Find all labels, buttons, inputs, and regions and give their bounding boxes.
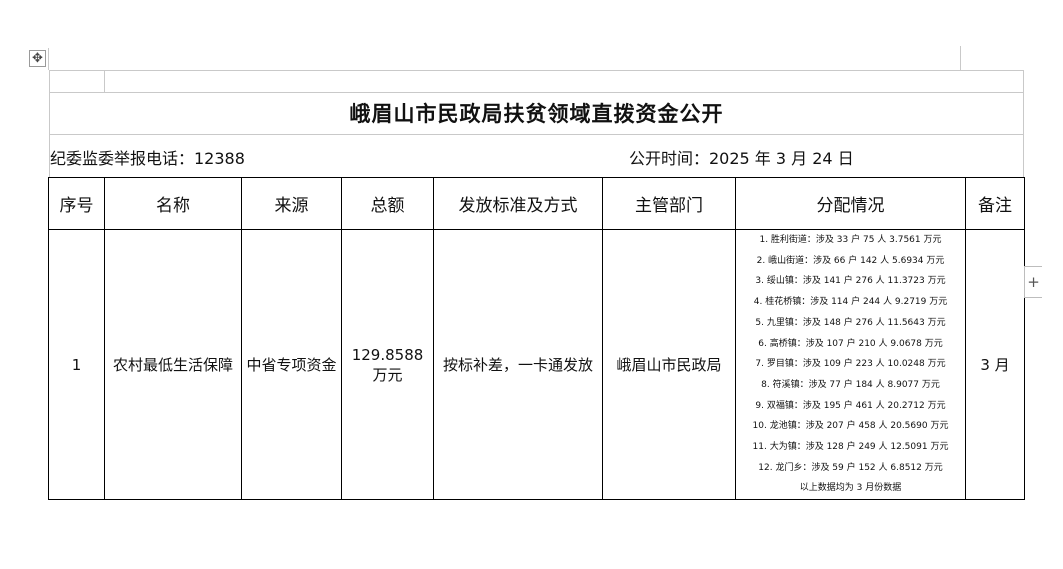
distribution-item: 5. 九里镇：涉及 148 户 276 人 11.5643 万元: [755, 317, 946, 328]
header-note: 备注: [965, 177, 1025, 230]
guide-line: [49, 134, 1024, 135]
header-department: 主管部门: [602, 177, 736, 230]
guide-line: [960, 46, 961, 70]
distribution-footnote: 以上数据均为 3 月份数据: [799, 483, 902, 494]
distribution-item: 12. 龙门乡：涉及 59 户 152 人 6.8512 万元: [758, 462, 943, 473]
cell-method: 按标补差，一卡通发放: [433, 228, 603, 501]
cell-distribution: 1. 胜利街道：涉及 33 户 75 人 3.7561 万元 2. 峨山街道：涉…: [735, 228, 966, 501]
move-icon: ✥: [32, 51, 43, 66]
cell-source: 中省专项资金: [241, 228, 342, 501]
distribution-item: 2. 峨山街道：涉及 66 户 142 人 5.6934 万元: [756, 255, 945, 266]
guide-line: [104, 70, 105, 92]
distribution-item: 11. 大为镇：涉及 128 户 249 人 12.5091 万元: [752, 442, 949, 453]
guide-line: [49, 70, 1024, 71]
distribution-item: 8. 符溪镇：涉及 77 户 184 人 8.9077 万元: [761, 379, 940, 390]
cell-note: 3 月: [965, 228, 1025, 501]
publish-time: 公开时间：2025 年 3 月 24 日: [629, 149, 854, 168]
header-distribution: 分配情况: [735, 177, 966, 230]
distribution-item: 9. 双福镇：涉及 195 户 461 人 20.2712 万元: [755, 400, 946, 411]
report-phone: 纪委监委举报电话：12388: [50, 149, 245, 168]
funds-table: 序号 名称 来源 总额 发放标准及方式 主管部门 分配情况 备注 1 农村最低生…: [48, 177, 1025, 501]
table-header-row: 序号 名称 来源 总额 发放标准及方式 主管部门 分配情况 备注: [48, 177, 1025, 230]
cell-total: 129.8588 万元: [341, 228, 434, 501]
distribution-item: 10. 龙池镇：涉及 207 户 458 人 20.5690 万元: [752, 421, 949, 432]
distribution-item: 4. 桂花桥镇：涉及 114 户 244 人 9.2719 万元: [753, 297, 948, 308]
cell-index: 1: [48, 228, 105, 501]
distribution-item: 7. 罗目镇：涉及 109 户 223 人 10.0248 万元: [755, 359, 946, 370]
distribution-item: 6. 高桥镇：涉及 107 户 210 人 9.0678 万元: [758, 338, 943, 349]
add-column-handle[interactable]: +: [1024, 266, 1042, 298]
header-total: 总额: [341, 177, 434, 230]
distribution-item: 3. 绥山镇：涉及 141 户 276 人 11.3723 万元: [755, 276, 946, 287]
table-move-handle[interactable]: ✥: [29, 50, 46, 67]
header-method: 发放标准及方式: [433, 177, 603, 230]
header-name: 名称: [104, 177, 242, 230]
plus-icon: +: [1027, 273, 1040, 291]
cell-name: 农村最低生活保障: [104, 228, 242, 501]
header-index: 序号: [48, 177, 105, 230]
cell-department: 峨眉山市民政局: [602, 228, 736, 501]
table-row: 1 农村最低生活保障 中省专项资金 129.8588 万元 按标补差，一卡通发放…: [48, 228, 1025, 501]
header-source: 来源: [241, 177, 342, 230]
distribution-item: 1. 胜利街道：涉及 33 户 75 人 3.7561 万元: [759, 235, 942, 245]
document-title: 峨眉山市民政局扶贫领域直拨资金公开: [349, 102, 724, 126]
guide-line: [48, 48, 49, 70]
